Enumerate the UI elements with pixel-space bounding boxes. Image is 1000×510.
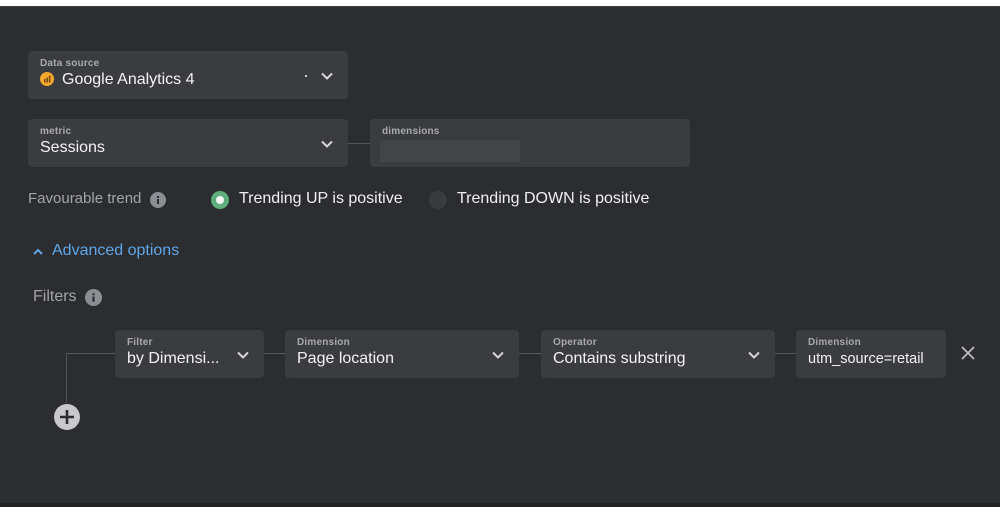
filter-type-value: by Dimensi... — [127, 350, 220, 367]
filter-connector — [775, 353, 796, 354]
filter-tree-vertical-line — [66, 353, 67, 403]
chevron-down-icon[interactable] — [490, 347, 506, 363]
data-source-value: Google Analytics 4 — [62, 71, 195, 88]
chevron-down-icon[interactable] — [319, 68, 335, 84]
settings-panel: Data source Google Analytics 4 metric Se… — [0, 6, 1000, 507]
data-source-select[interactable]: Data source Google Analytics 4 — [28, 51, 348, 99]
filter-dimension-label: Dimension — [297, 337, 350, 348]
dimensions-label: dimensions — [382, 126, 440, 137]
panel-bottom-border — [0, 503, 1000, 507]
info-icon[interactable] — [150, 192, 166, 208]
filter-value-label: Dimension — [808, 337, 861, 348]
filter-tree-horizontal-line — [66, 353, 115, 354]
trend-down-label: Trending DOWN is positive — [457, 190, 650, 207]
filter-value-input[interactable]: Dimension utm_source=retail — [796, 330, 946, 378]
trend-up-radio-option[interactable]: Trending UP is positive — [210, 189, 410, 211]
filter-connector — [519, 353, 541, 354]
google-analytics-icon — [40, 72, 54, 86]
add-filter-icon[interactable] — [53, 403, 81, 431]
filter-dimension-value: Page location — [297, 350, 394, 367]
advanced-options-label: Advanced options — [52, 242, 180, 259]
radio-selected-icon[interactable] — [210, 190, 230, 210]
chevron-down-icon[interactable] — [746, 347, 762, 363]
favourable-trend-label: Favourable trend — [28, 190, 142, 207]
chevron-up-icon — [33, 248, 43, 255]
radio-unselected-icon[interactable] — [428, 190, 448, 210]
filter-type-select[interactable]: Filter by Dimensi... — [115, 330, 264, 378]
metric-label: metric — [40, 126, 72, 137]
filter-connector — [264, 353, 285, 354]
filters-label: Filters — [33, 288, 77, 305]
trend-down-radio-option[interactable]: Trending DOWN is positive — [428, 189, 658, 211]
metric-dimensions-connector — [348, 143, 370, 144]
filter-dimension-select[interactable]: Dimension Page location — [285, 330, 519, 378]
filter-operator-label: Operator — [553, 337, 597, 348]
metric-value: Sessions — [40, 139, 105, 156]
close-icon[interactable] — [961, 346, 975, 360]
data-source-label: Data source — [40, 58, 100, 69]
advanced-options-toggle[interactable]: Advanced options — [32, 241, 192, 263]
filter-operator-select[interactable]: Operator Contains substring — [541, 330, 775, 378]
metric-select[interactable]: metric Sessions — [28, 119, 348, 167]
info-icon[interactable] — [85, 289, 102, 306]
data-source-value-overflow — [305, 75, 307, 77]
chevron-down-icon[interactable] — [235, 347, 251, 363]
filter-type-label: Filter — [127, 337, 153, 348]
chevron-down-icon[interactable] — [319, 136, 335, 152]
dimensions-select[interactable]: dimensions — [370, 119, 690, 167]
filter-operator-value: Contains substring — [553, 350, 686, 367]
trend-up-label: Trending UP is positive — [239, 190, 403, 207]
filter-value-text: utm_source=retail — [808, 351, 924, 367]
dimensions-value-placeholder — [380, 140, 520, 162]
